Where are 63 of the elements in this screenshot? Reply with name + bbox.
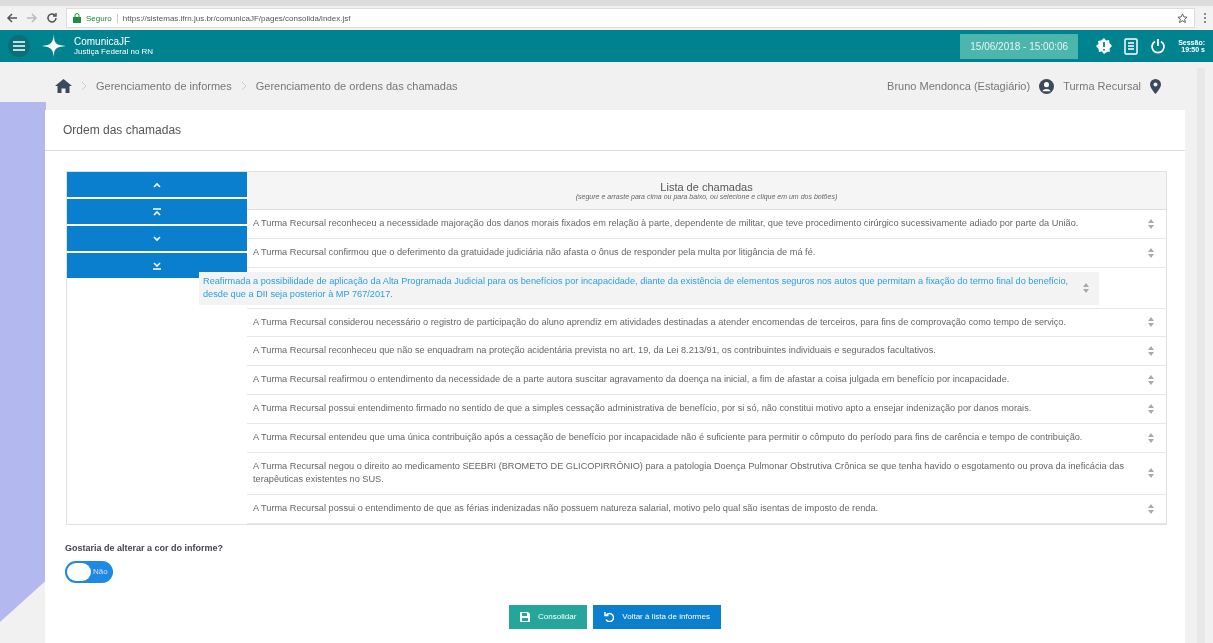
sort-icon[interactable] xyxy=(1148,346,1154,357)
item-text: A Turma Recursal confirmou que o deferimento da gratuidade judiciária não afasta o ônus de responder pela multa por litigância de má fé. xyxy=(253,245,817,259)
alert-icon[interactable] xyxy=(1096,38,1113,54)
security-label: Seguro xyxy=(86,13,118,23)
back-icon[interactable] xyxy=(6,12,18,24)
chevron-icon xyxy=(240,81,247,91)
sort-icon[interactable] xyxy=(1148,432,1154,443)
item-text: A Turma Recursal considerou necessário o registro de participação do aluno aprendiz em atividades destinadas a atender encomendas de terceiros, para fins de comprovação como tempo de serviço. xyxy=(253,315,1068,329)
item-text: A Turma Recursal reconheceu que não se enquadram na proteção acidentária prevista no art. 19, da Lei 8.213/91, os contribuintes individuais e segurados facultativos. xyxy=(253,344,937,358)
item-text: A Turma Recursal negou o direito ao medicamento SEEBRI (BROMETO DE GLICOPIRRÔNIO) para a patologia Doença Pulmonar Obstrutiva Crônica se que tenha havido o esgotamento ou prova da ineficácia das terapêuticas existentes no SUS. xyxy=(253,459,1126,487)
double-up-icon xyxy=(152,206,162,217)
address-bar[interactable]: Seguro https://sistemas.ifrn.jus.br/comunicaJF/pages/consolida/index.jsf xyxy=(66,8,1195,28)
list-item[interactable]: A Turma Recursal reafirmou o entendimento da necessidade de a parte autora suscitar agravamento da doença na inicial, a fim de afastar a coisa julgada em benefício por incapacidade. xyxy=(247,366,1166,395)
sort-icon[interactable] xyxy=(1148,317,1154,328)
breadcrumb-link[interactable]: Gerenciamento de informes xyxy=(96,80,232,92)
list-item[interactable]: A Turma Recursal reconheceu que não se enquadram na proteção acidentária prevista no art. 19, da Lei 8.213/91, os contribuintes individuais e segurados facultativos. xyxy=(247,337,1166,367)
breadcrumb-link[interactable]: Gerenciamento de ordens das chamadas xyxy=(255,80,458,92)
move-bottom-button[interactable] xyxy=(67,253,247,278)
sort-icon[interactable] xyxy=(1148,218,1154,229)
home-icon[interactable] xyxy=(55,79,72,93)
lock-icon xyxy=(73,13,81,23)
user-icon[interactable] xyxy=(1039,78,1055,94)
list-item[interactable]: A Turma Recursal confirmou que o deferimento da gratuidade judiciária não afasta o ônus de responder pela multa por litigância de má fé. xyxy=(247,238,1166,268)
forward-icon[interactable] xyxy=(26,12,38,24)
item-text: A Turma Recursal entendeu que uma única contribuição após a cessação de benefício por incapacidade não é suficiente para permitir o cômputo do período para fins de carência e tempo de contribuição. xyxy=(253,430,1084,444)
save-icon xyxy=(520,611,531,622)
datetime-display: 15/06/2018 - 15:00:06 xyxy=(960,33,1079,59)
menu-icon xyxy=(13,41,25,51)
chevron-icon xyxy=(81,81,87,91)
sort-icon[interactable] xyxy=(1148,247,1154,258)
item-text: A Turma Recursal reafirmou o entendimento da necessidade de a parte autora suscitar agravamento da doença na inicial, a fim de afastar a coisa julgada em benefício por incapacidade. xyxy=(253,373,1011,387)
chevron-down-icon xyxy=(152,233,162,244)
list-item[interactable]: A Turma Recursal entendeu que uma única contribuição após a cessação de benefício por incapacidade não é suficiente para permitir o cômputo do período para fins de carência e tempo de contribuição. xyxy=(247,423,1166,453)
sort-icon[interactable] xyxy=(1083,283,1089,294)
user-name: Bruno Mendonca (Estagiário) xyxy=(887,80,1031,92)
list-item[interactable]: A Turma Recursal reconheceu a necessidade majoração dos danos morais fixados em relação à parte, dependente de militar, que teve procedimento cirúrgico sucessivamente adiado por parte da União. xyxy=(247,210,1166,239)
more-icon[interactable] xyxy=(1203,12,1207,24)
sort-icon[interactable] xyxy=(1148,504,1154,515)
list-item[interactable]: A Turma Recursal possui entendimento firmado no sentido de que a simples cessação administrativa de benefício, por si só, não constitui motivo apto a ensejar indenização por danos morais. xyxy=(247,395,1166,424)
undo-icon xyxy=(604,611,615,622)
card-title: Ordem das chamadas xyxy=(63,123,182,137)
unit-name: Turma Recursal xyxy=(1063,80,1141,92)
list-item[interactable]: A Turma Recursal considerou necessário o registro de participação do aluno aprendiz em atividades destinadas a atender encomendas de terceiros, para fins de comprovação como tempo de serviço. xyxy=(247,308,1166,338)
app-subtitle: Justiça Federal no RN xyxy=(74,47,154,56)
power-icon[interactable] xyxy=(1150,38,1167,54)
star-icon[interactable] xyxy=(1177,12,1188,24)
back-button[interactable]: Voltar à lista de informes xyxy=(593,604,721,629)
sort-icon[interactable] xyxy=(1148,403,1154,414)
sort-icon[interactable] xyxy=(1148,375,1154,386)
location-pin-icon[interactable] xyxy=(1150,78,1161,94)
question-label: Gostaria de alterar a cor do informe? xyxy=(65,542,225,553)
sort-icon[interactable] xyxy=(1148,468,1154,479)
item-text: A Turma Recursal possui entendimento firmado no sentido de que a simples cessação administrativa de benefício, por si só, não constitui motivo apto a ensejar indenização por danos morais. xyxy=(253,402,1033,415)
url-text: https://sistemas.ifrn.jus.br/comunicaJF/pages/consolida/index.jsf xyxy=(122,13,352,23)
app-name: ComunicaJF xyxy=(74,36,132,47)
list-title: Lista de chamadas xyxy=(660,181,753,193)
list-item[interactable]: A Turma Recursal possui o entendimento de que as férias indenizadas não possuem natureza salarial, motivo pelo qual são isentas de imposto de renda. xyxy=(247,495,1166,524)
reload-icon[interactable] xyxy=(46,12,58,24)
item-text: A Turma Recursal possui o entendimento de que as férias indenizadas não possuem natureza salarial, motivo pelo qual são isentas de imposto de renda. xyxy=(253,502,880,516)
document-icon[interactable] xyxy=(1124,37,1139,55)
menu-button[interactable] xyxy=(8,35,30,57)
double-down-icon xyxy=(152,260,162,271)
item-text: A Turma Recursal reconheceu a necessidade majoração dos danos morais fixados em relação à parte, dependente de militar, que teve procedimento cirúrgico sucessivamente adiado por parte da União. xyxy=(253,217,1080,230)
